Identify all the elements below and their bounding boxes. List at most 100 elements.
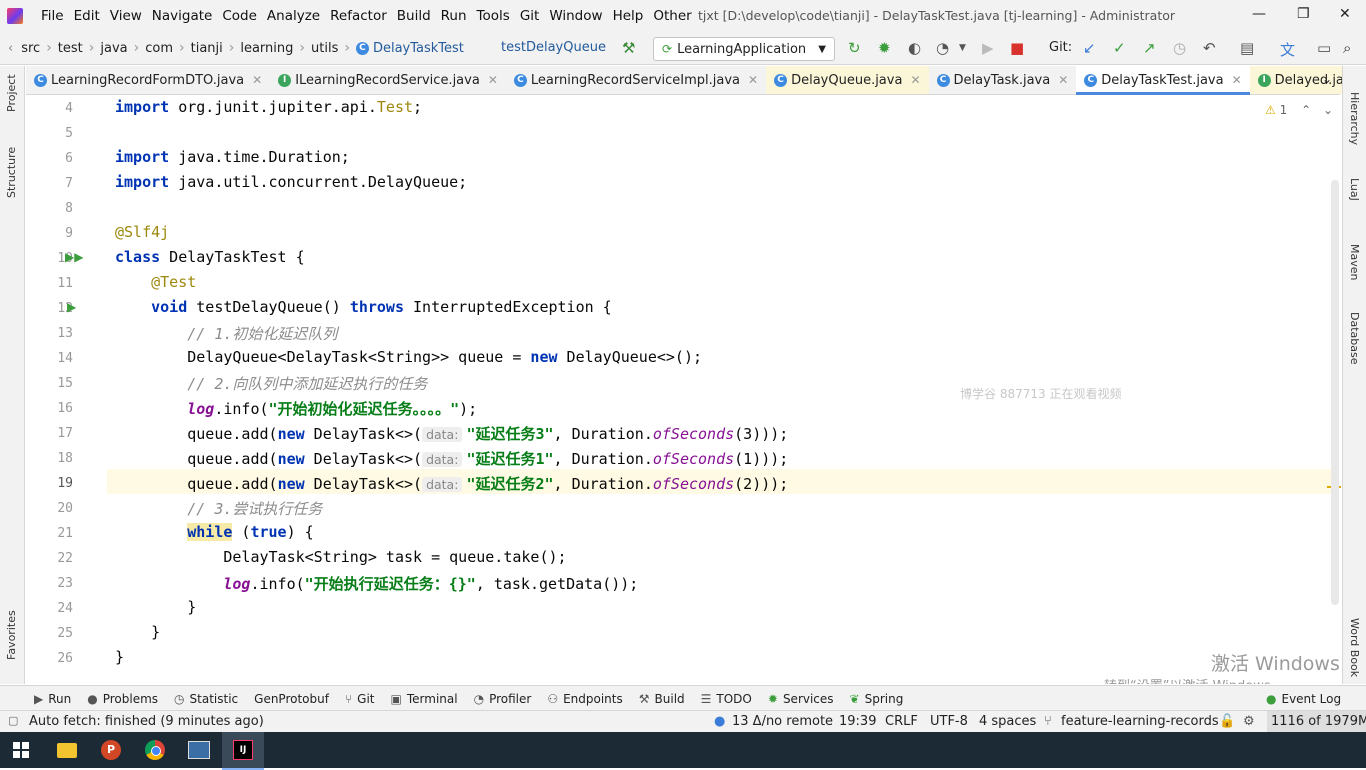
tab-delay-task-test[interactable]: C DelayTaskTest.java ✕	[1076, 66, 1251, 95]
caret-position[interactable]: 19:39	[839, 714, 876, 729]
translate-icon[interactable]: 文	[1280, 39, 1295, 60]
run-method-gutter-icon[interactable]: ▶	[67, 300, 76, 314]
favorites-tool-button[interactable]: Favorites	[5, 610, 18, 660]
todo-tool-button[interactable]: ☰ TODO	[701, 692, 752, 706]
menu-tools[interactable]: Tools	[472, 8, 515, 24]
menu-git[interactable]: Git	[515, 8, 545, 24]
tab-learning-record-form-dto[interactable]: C LearningRecordFormDTO.java ✕	[26, 66, 270, 94]
services-tool-button[interactable]: ✹ Services	[768, 692, 834, 706]
profiler-tool-button[interactable]: ◔ Profiler	[474, 692, 532, 706]
rerun-icon[interactable]: ↻	[848, 39, 861, 57]
maven-tool-button[interactable]: Maven	[1348, 244, 1361, 280]
editor-scrollbar[interactable]	[1331, 180, 1339, 605]
menu-window[interactable]: Window	[544, 8, 607, 24]
close-icon[interactable]: ✕	[1058, 73, 1068, 87]
history-icon[interactable]: ◷	[1173, 39, 1186, 57]
endpoints-tool-button[interactable]: ⚇ Endpoints	[547, 692, 622, 706]
build-tool-button[interactable]: ⚒ Build	[639, 692, 685, 706]
tab-delay-queue[interactable]: C DelayQueue.java ✕	[766, 66, 929, 94]
menu-analyze[interactable]: Analyze	[262, 8, 325, 24]
git-remote-status[interactable]: 13 Δ/no remote	[732, 714, 833, 729]
breadcrumb-learning[interactable]: learning	[240, 41, 293, 56]
close-icon[interactable]: ✕	[488, 73, 498, 87]
maximize-icon[interactable]: ❐	[1297, 6, 1310, 22]
genprotobuf-tool-button[interactable]: GenProtobuf	[254, 692, 329, 706]
chrome-icon[interactable]	[134, 732, 176, 768]
powerpoint-icon[interactable]: P	[90, 732, 132, 768]
word-book-tool-button[interactable]: Word Book	[1348, 618, 1361, 677]
photos-icon[interactable]	[178, 732, 220, 768]
breadcrumb-class[interactable]: DelayTaskTest	[373, 41, 464, 56]
menu-refactor[interactable]: Refactor	[325, 8, 392, 24]
terminal-tool-button[interactable]: ▣ Terminal	[391, 692, 458, 706]
menu-help[interactable]: Help	[608, 8, 649, 24]
search-icon[interactable]: ⌕	[1343, 39, 1351, 57]
rollback-icon[interactable]: ↶	[1203, 39, 1216, 57]
close-icon[interactable]: ✕	[252, 73, 262, 87]
run-tool-button[interactable]: ▶ Run	[34, 692, 71, 706]
tabs-overflow-chevron-icon[interactable]: ⌄	[1322, 72, 1332, 86]
chevron-down-icon[interactable]: ⌄	[1323, 103, 1333, 117]
debug-icon[interactable]: ✹	[878, 39, 891, 57]
close-icon[interactable]: ✕	[910, 73, 920, 87]
presentation-icon[interactable]: ▭	[1317, 39, 1331, 57]
coverage-icon[interactable]: ◐	[908, 39, 921, 57]
menu-navigate[interactable]: Navigate	[147, 8, 218, 24]
tab-delay-task[interactable]: C DelayTask.java ✕	[929, 66, 1077, 94]
run-configuration-select[interactable]: ⟳ LearningApplication ▼	[653, 37, 835, 61]
breadcrumb-method[interactable]: testDelayQueue	[501, 40, 606, 55]
git-push-icon[interactable]: ↗	[1143, 39, 1156, 57]
run-icon[interactable]: ▶	[982, 39, 994, 57]
settings-icon[interactable]: ⚙	[1243, 714, 1255, 729]
breadcrumb-src[interactable]: src	[21, 41, 40, 56]
project-tool-button[interactable]: Project	[5, 74, 18, 112]
breadcrumb-java[interactable]: java	[100, 41, 127, 56]
menu-file[interactable]: File	[36, 8, 69, 24]
file-explorer-icon[interactable]	[46, 732, 88, 768]
stop-icon[interactable]: ■	[1010, 39, 1024, 57]
breadcrumb-utils[interactable]: utils	[311, 41, 338, 56]
chevron-up-icon[interactable]: ⌃	[1301, 103, 1311, 117]
line-separator[interactable]: CRLF	[885, 714, 918, 729]
statistic-tool-button[interactable]: ◷ Statistic	[174, 692, 238, 706]
database-tool-button[interactable]: Database	[1348, 312, 1361, 365]
file-encoding[interactable]: UTF-8	[930, 714, 968, 729]
indent-setting[interactable]: 4 spaces	[979, 714, 1036, 729]
toggle-tool-windows-icon[interactable]: ▢	[8, 714, 18, 727]
menu-other[interactable]: Other	[648, 8, 696, 24]
tab-learning-record-service-impl[interactable]: C LearningRecordServiceImpl.java ✕	[506, 66, 766, 94]
menu-view[interactable]: View	[105, 8, 147, 24]
luaj-tool-button[interactable]: LuaJ	[1348, 178, 1361, 201]
git-branch[interactable]: feature-learning-records	[1061, 714, 1219, 729]
close-icon[interactable]: ✕	[1339, 6, 1351, 22]
minimize-icon[interactable]: —	[1252, 6, 1266, 22]
status-message[interactable]: Auto fetch: finished (9 minutes ago)	[29, 714, 264, 729]
memory-indicator[interactable]: 1116 of 1979M	[1267, 711, 1366, 733]
hierarchy-tool-button[interactable]: Hierarchy	[1348, 92, 1361, 145]
problems-tool-button[interactable]: ● Problems	[87, 692, 158, 706]
spring-tool-button[interactable]: ❦ Spring	[850, 692, 904, 706]
profile-icon[interactable]: ◔	[936, 39, 949, 57]
menu-edit[interactable]: Edit	[69, 8, 105, 24]
build-hammer-icon[interactable]: ⚒	[622, 39, 635, 57]
menu-run[interactable]: Run	[436, 8, 472, 24]
tab-ilearning-record-service[interactable]: I ILearningRecordService.java ✕	[270, 66, 506, 94]
intellij-taskbar-icon[interactable]: IJ	[222, 732, 264, 770]
run-class-gutter-icon[interactable]: ▶▶	[65, 250, 83, 264]
menu-code[interactable]: Code	[217, 8, 262, 24]
git-tool-button[interactable]: ⑂ Git	[345, 692, 375, 706]
project-structure-icon[interactable]: ▤	[1240, 39, 1254, 57]
git-commit-icon[interactable]: ✓	[1113, 39, 1126, 57]
git-update-icon[interactable]: ↙	[1083, 39, 1096, 57]
chevron-down-icon[interactable]: ▼	[959, 43, 966, 53]
event-log-tool-button[interactable]: ● Event Log	[1266, 692, 1341, 706]
breadcrumb-com[interactable]: com	[145, 41, 173, 56]
inspection-widget[interactable]: ⚠ 1 ⌃ ⌄	[1265, 103, 1333, 117]
menu-build[interactable]: Build	[392, 8, 436, 24]
close-icon[interactable]: ✕	[1232, 73, 1242, 87]
lock-icon[interactable]: 🔓	[1219, 714, 1235, 729]
windows-start-icon[interactable]	[0, 732, 42, 768]
close-icon[interactable]: ✕	[748, 73, 758, 87]
code-editor[interactable]: ⚠ 1 ⌃ ⌄ import org.junit.jupiter.api.Tes…	[107, 95, 1342, 684]
breadcrumb-test[interactable]: test	[58, 41, 83, 56]
